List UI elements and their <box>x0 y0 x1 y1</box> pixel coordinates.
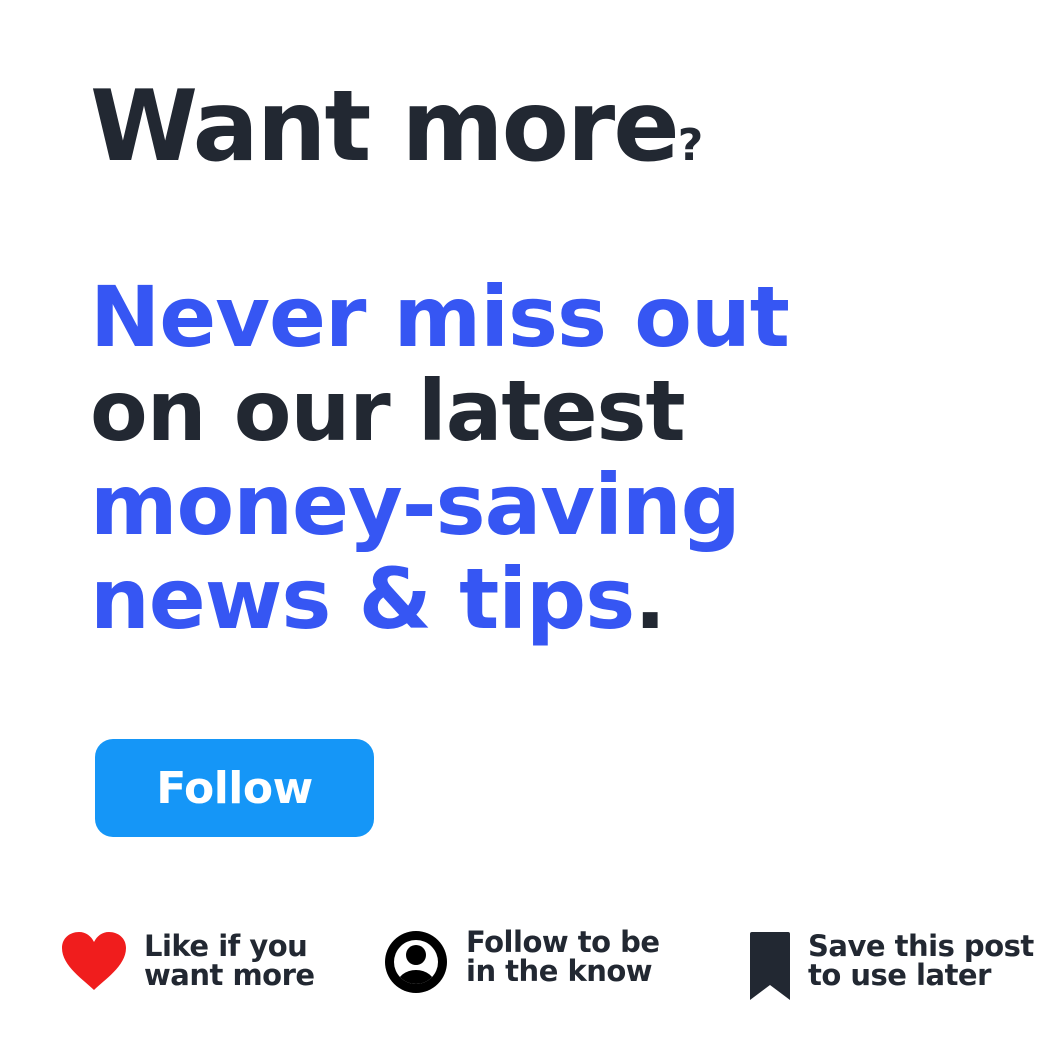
follow-action-label: Follow to be in the know <box>466 928 660 986</box>
follow-action[interactable]: Follow to be in the know <box>382 928 660 994</box>
follow-button[interactable]: Follow <box>95 739 374 837</box>
bookmark-icon <box>750 932 790 1000</box>
follow-action-line-2: in the know <box>466 954 653 988</box>
like-action[interactable]: Like if you want more <box>60 930 315 992</box>
save-action-line-1: Save this post <box>808 929 1034 963</box>
page-title: Want more? <box>90 78 703 176</box>
headline-line-2: on our latest <box>90 362 686 460</box>
save-action-line-2: to use later <box>808 958 991 992</box>
title-question-mark: ? <box>677 120 704 171</box>
save-action[interactable]: Save this post to use later <box>748 930 1034 1002</box>
follow-action-line-1: Follow to be <box>466 925 660 959</box>
headline-line-4-text: news & tips <box>90 550 635 648</box>
headline-line-3: money-saving <box>90 456 741 554</box>
save-action-label: Save this post to use later <box>808 932 1034 990</box>
user-icon <box>385 931 447 993</box>
headline-period: . <box>634 550 666 648</box>
headline: Never miss out on our latest money-savin… <box>90 268 790 646</box>
like-action-line-1: Like if you <box>144 929 308 963</box>
like-action-line-2: want more <box>144 958 315 992</box>
title-text: Want more <box>90 70 680 184</box>
heart-icon <box>62 932 126 990</box>
like-action-label: Like if you want more <box>144 932 315 990</box>
headline-line-1: Never miss out <box>90 268 790 366</box>
headline-line-4: news & tips. <box>90 552 789 646</box>
